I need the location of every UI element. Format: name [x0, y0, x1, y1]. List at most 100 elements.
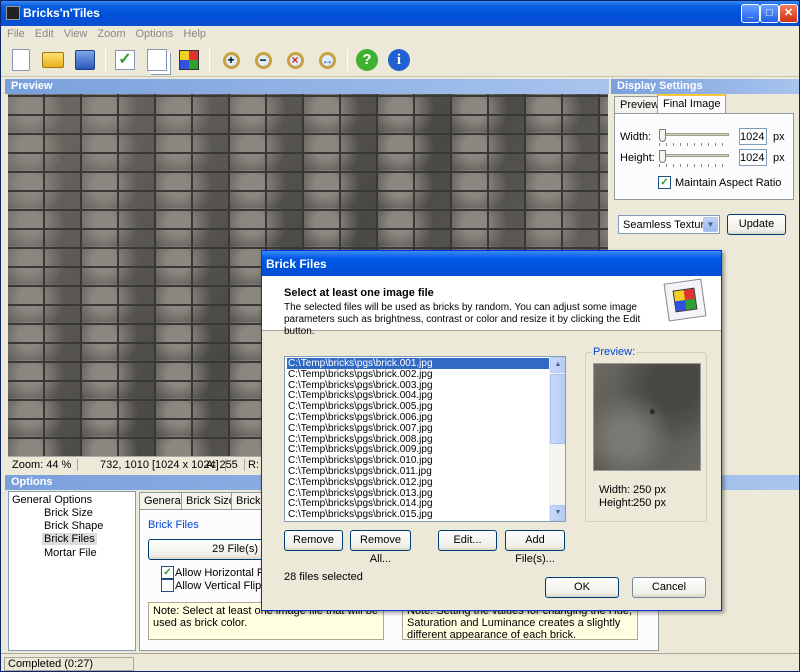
tree-item-mortar-file[interactable]: Mortar File: [44, 547, 97, 559]
list-item[interactable]: C:\Temp\bricks\pgs\brick.010.jpg: [287, 455, 549, 466]
app-cube-icon: [6, 6, 20, 20]
alpha-readout: A: 255: [206, 459, 245, 471]
preview-height-label: Height:: [599, 497, 634, 509]
tree-item-brick-shape[interactable]: Brick Shape: [44, 520, 103, 532]
brick-files-dialog: Brick Files Select at least one image fi…: [261, 250, 722, 611]
list-item[interactable]: C:\Temp\bricks\pgs\brick.007.jpg: [287, 423, 549, 434]
scroll-down-icon[interactable]: ▼: [550, 505, 565, 521]
remove-button[interactable]: Remove: [284, 530, 343, 551]
menu-bar: File Edit View Zoom Options Help: [1, 26, 799, 43]
list-item[interactable]: C:\Temp\bricks\pgs\brick.015.jpg: [287, 509, 549, 520]
horizontal-flip-label: Allow Horizontal Flip: [175, 567, 275, 579]
texture-mode-value: Seamless Texture: [623, 219, 711, 231]
tree-item-brick-size[interactable]: Brick Size: [44, 507, 93, 519]
window-title: Bricks'n'Tiles: [23, 6, 100, 20]
title-bar[interactable]: Bricks'n'Tiles _ □ ✕: [1, 1, 799, 26]
file-list-scrollbar[interactable]: ▲ ▼: [549, 357, 565, 521]
new-document-icon[interactable]: [7, 46, 35, 74]
preview-width-value: 250 px: [633, 484, 667, 496]
dialog-heading: Select at least one image file: [284, 287, 434, 299]
list-item[interactable]: C:\Temp\bricks\pgs\brick.012.jpg: [287, 477, 549, 488]
vertical-flip-checkbox[interactable]: [161, 579, 174, 592]
list-item[interactable]: C:\Temp\bricks\pgs\brick.001.jpg: [287, 358, 549, 369]
cube-icon[interactable]: [175, 46, 203, 74]
menu-help[interactable]: Help: [177, 26, 210, 40]
ok-button[interactable]: OK: [545, 577, 619, 598]
chevron-down-icon: ▼: [703, 217, 718, 232]
add-files-button[interactable]: Add File(s)...: [505, 530, 565, 565]
dialog-description: The selected files will be used as brick…: [284, 302, 641, 337]
tree-item-brick-files[interactable]: Brick Files: [42, 533, 97, 545]
preview-header: Preview: [5, 79, 609, 94]
preview-width-label: Width:: [599, 484, 631, 496]
save-disk-icon[interactable]: [71, 46, 99, 74]
height-unit: px: [773, 152, 785, 164]
close-button[interactable]: ✕: [779, 4, 798, 23]
display-settings-header: Display Settings: [611, 79, 799, 94]
file-preview-group: Preview: Width: 250 px Height: 250 px: [585, 346, 707, 522]
vertical-flip-label: Allow Vertical Flip: [175, 580, 262, 592]
menu-view[interactable]: View: [58, 26, 92, 40]
dialog-title[interactable]: Brick Files: [262, 251, 721, 276]
file-listbox[interactable]: C:\Temp\bricks\pgs\brick.001.jpg C:\Temp\…: [284, 356, 566, 522]
zoom-cancel-icon[interactable]: ×: [281, 46, 309, 74]
menu-file[interactable]: File: [1, 26, 29, 40]
menu-zoom[interactable]: Zoom: [91, 26, 129, 40]
height-label: Height:: [620, 152, 655, 164]
zoom-readout: Zoom: 44 %: [12, 459, 79, 471]
toolbar: ✓ + − × ↔ ? i: [1, 43, 799, 77]
brick-files-group-label: Brick Files: [148, 519, 199, 531]
list-item[interactable]: C:\Temp\bricks\pgs\brick.002.jpg: [287, 369, 549, 380]
info-icon[interactable]: i: [385, 46, 413, 74]
list-item[interactable]: C:\Temp\bricks\pgs\brick.008.jpg: [287, 434, 549, 445]
list-item[interactable]: C:\Temp\bricks\pgs\brick.006.jpg: [287, 412, 549, 423]
scroll-up-icon[interactable]: ▲: [550, 357, 565, 373]
dialog-header: Select at least one image file The selec…: [262, 276, 721, 337]
edit-button[interactable]: Edit...: [438, 530, 497, 551]
scroll-thumb[interactable]: [550, 374, 565, 444]
menu-options[interactable]: Options: [129, 26, 177, 40]
height-slider[interactable]: [659, 150, 729, 167]
remove-all-button[interactable]: Remove All...: [350, 530, 411, 565]
width-unit: px: [773, 131, 785, 143]
list-item[interactable]: C:\Temp\bricks\pgs\brick.014.jpg: [287, 498, 549, 509]
files-selected-count: 28 files selected: [284, 571, 363, 583]
zoom-fit-icon[interactable]: ↔: [313, 46, 341, 74]
display-settings-panel: Width: 1024 px Height: 1024 px ✓ Maintai…: [614, 113, 794, 200]
open-folder-icon[interactable]: [39, 46, 67, 74]
tab-final-image[interactable]: Final Image: [657, 94, 727, 114]
status-bar: Completed (0:27): [1, 653, 799, 672]
file-preview-label: Preview:: [592, 346, 637, 358]
minimize-button[interactable]: _: [741, 4, 760, 23]
menu-edit[interactable]: Edit: [29, 26, 58, 40]
list-item[interactable]: C:\Temp\bricks\pgs\brick.011.jpg: [287, 466, 549, 477]
list-item[interactable]: C:\Temp\bricks\pgs\brick.003.jpg: [287, 380, 549, 391]
preview-height-value: 250 px: [633, 497, 667, 509]
height-input[interactable]: 1024: [739, 149, 767, 166]
cancel-button[interactable]: Cancel: [632, 577, 706, 598]
options-tree: General Options Brick Size Brick Shape B…: [8, 491, 136, 651]
help-icon[interactable]: ?: [353, 46, 381, 74]
zoom-in-icon[interactable]: +: [217, 46, 245, 74]
list-item[interactable]: C:\Temp\bricks\pgs\brick.004.jpg: [287, 390, 549, 401]
brick-files-icon: [663, 278, 707, 322]
horizontal-flip-checkbox[interactable]: ✓: [161, 566, 174, 579]
texture-mode-select[interactable]: Seamless Texture ▼: [618, 215, 720, 234]
tree-item-general-options[interactable]: General Options: [12, 494, 92, 506]
aspect-ratio-checkbox[interactable]: ✓: [658, 176, 671, 189]
update-button[interactable]: Update: [727, 214, 786, 235]
list-item[interactable]: C:\Temp\bricks\pgs\brick.005.jpg: [287, 401, 549, 412]
list-item[interactable]: C:\Temp\bricks\pgs\brick.009.jpg: [287, 444, 549, 455]
maximize-button[interactable]: □: [760, 4, 779, 23]
zoom-out-icon[interactable]: −: [249, 46, 277, 74]
width-slider[interactable]: [659, 129, 729, 146]
check-icon[interactable]: ✓: [111, 46, 139, 74]
status-text: Completed (0:27): [4, 657, 134, 671]
aspect-ratio-label: Maintain Aspect Ratio: [675, 177, 782, 189]
width-input[interactable]: 1024: [739, 128, 767, 145]
file-preview-image: [593, 363, 701, 471]
copy-icon[interactable]: [143, 46, 171, 74]
width-label: Width:: [620, 131, 652, 143]
files-count-button[interactable]: 29 File(s): [148, 539, 265, 560]
list-item[interactable]: C:\Temp\bricks\pgs\brick.013.jpg: [287, 488, 549, 499]
